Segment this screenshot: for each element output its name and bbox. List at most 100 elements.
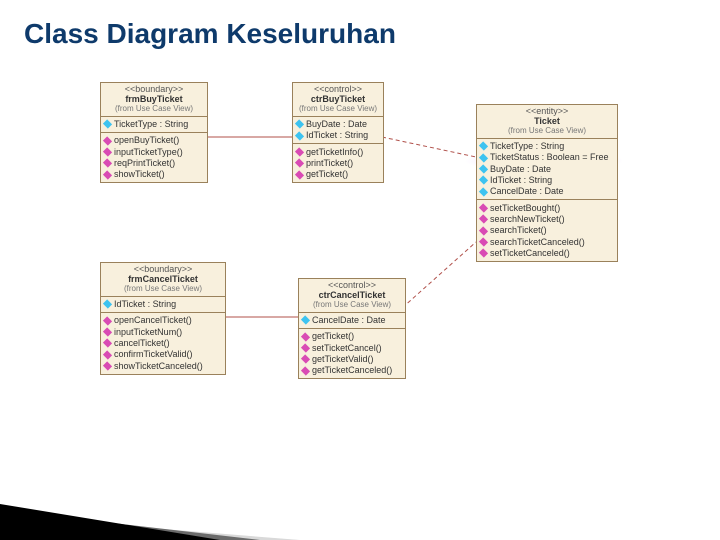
operations: setTicketBought() searchNewTicket() sear… [477,200,617,261]
operation-icon [301,343,310,352]
operation-icon [479,249,488,258]
operation-text: openBuyTicket() [114,135,179,145]
class-header: <<entity>> Ticket (from Use Case View) [477,105,617,139]
operation-row: searchNewTicket() [480,214,614,225]
operation-row: setTicketBought() [480,202,614,213]
operation-icon [103,170,112,179]
operations: getTicketInfo() printTicket() getTicket(… [293,144,383,182]
attribute-icon [479,176,488,185]
operation-row: setTicketCancel() [302,342,402,353]
operation-icon [295,147,304,156]
attribute-text: IdTicket : String [490,175,552,185]
operation-icon [301,355,310,364]
operation-text: setTicketCancel() [312,343,382,353]
operation-icon [103,361,112,370]
operation-text: printTicket() [306,158,353,168]
operation-icon [479,226,488,235]
operation-row: printTicket() [296,158,380,169]
operation-icon [295,159,304,168]
attributes: CancelDate : Date [299,313,405,329]
operation-text: searchTicketCanceled() [490,237,585,247]
operation-icon [103,350,112,359]
attribute-text: TicketType : String [490,141,564,151]
operation-text: setTicketBought() [490,203,560,213]
attribute-row: BuyDate : Date [480,163,614,174]
operation-icon [103,316,112,325]
operation-text: showTicketCanceled() [114,361,203,371]
slide-corner-decoration [0,480,300,540]
operation-text: searchTicket() [490,225,547,235]
attribute-row: IdTicket : String [296,130,380,141]
operation-icon [103,339,112,348]
attribute-text: TicketType : String [114,119,188,129]
operation-row: cancelTicket() [104,338,222,349]
operation-text: openCancelTicket() [114,315,192,325]
from-label: (from Use Case View) [105,285,221,294]
attribute-text: IdTicket : String [114,299,176,309]
operation-text: getTicket() [312,331,354,341]
operation-row: showTicketCanceled() [104,360,222,371]
attribute-text: CancelDate : Date [490,186,564,196]
attribute-row: TicketType : String [104,119,204,130]
attribute-icon [295,120,304,129]
operation-icon [103,147,112,156]
uml-diagram: <<boundary>> frmBuyTicket (from Use Case… [60,82,660,422]
attribute-icon [103,120,112,129]
operation-text: setTicketCanceled() [490,248,570,258]
operation-icon [301,366,310,375]
attribute-row: BuyDate : Date [296,119,380,130]
operation-row: getTicketCanceled() [302,365,402,376]
operation-row: searchTicket() [480,225,614,236]
attribute-icon [479,164,488,173]
class-header: <<boundary>> frmBuyTicket (from Use Case… [101,83,207,117]
class-ctrBuyTicket: <<control>> ctrBuyTicket (from Use Case … [292,82,384,183]
operation-text: searchNewTicket() [490,214,565,224]
operation-row: inputTicketType() [104,146,204,157]
operation-icon [103,136,112,145]
operation-row: reqPrintTicket() [104,158,204,169]
class-header: <<control>> ctrBuyTicket (from Use Case … [293,83,383,117]
operation-icon [479,203,488,212]
attribute-icon [479,153,488,162]
class-header: <<control>> ctrCancelTicket (from Use Ca… [299,279,405,313]
page-title: Class Diagram Keseluruhan [24,18,396,50]
operation-icon [479,215,488,224]
operation-row: setTicketCanceled() [480,248,614,259]
operation-text: showTicket() [114,169,165,179]
class-Ticket: <<entity>> Ticket (from Use Case View) T… [476,104,618,262]
class-frmBuyTicket: <<boundary>> frmBuyTicket (from Use Case… [100,82,208,183]
operation-text: getTicketValid() [312,354,374,364]
operations: getTicket() setTicketCancel() getTicketV… [299,329,405,378]
operation-row: getTicketValid() [302,354,402,365]
operation-icon [295,170,304,179]
attribute-row: CancelDate : Date [480,186,614,197]
operation-icon [479,237,488,246]
attributes: TicketType : String [101,117,207,133]
attribute-row: IdTicket : String [104,299,222,310]
attributes: IdTicket : String [101,297,225,313]
operation-row: confirmTicketValid() [104,349,222,360]
operation-icon [301,332,310,341]
operation-row: getTicket() [296,169,380,180]
operation-text: reqPrintTicket() [114,158,175,168]
operation-icon [103,159,112,168]
from-label: (from Use Case View) [481,127,613,136]
operation-row: openBuyTicket() [104,135,204,146]
operation-row: showTicket() [104,169,204,180]
attributes: TicketType : String TicketStatus : Boole… [477,139,617,201]
operation-text: getTicketCanceled() [312,365,392,375]
attributes: BuyDate : Date IdTicket : String [293,117,383,145]
operation-row: openCancelTicket() [104,315,222,326]
attribute-icon [103,300,112,309]
attribute-row: CancelDate : Date [302,315,402,326]
operation-text: confirmTicketValid() [114,349,193,359]
operation-text: getTicketInfo() [306,147,363,157]
operation-row: inputTicketNum() [104,326,222,337]
attribute-icon [295,131,304,140]
attribute-text: BuyDate : Date [490,164,551,174]
operation-text: inputTicketNum() [114,327,182,337]
class-header: <<boundary>> frmCancelTicket (from Use C… [101,263,225,297]
operation-row: searchTicketCanceled() [480,236,614,247]
attribute-row: TicketType : String [480,141,614,152]
attribute-row: IdTicket : String [480,175,614,186]
